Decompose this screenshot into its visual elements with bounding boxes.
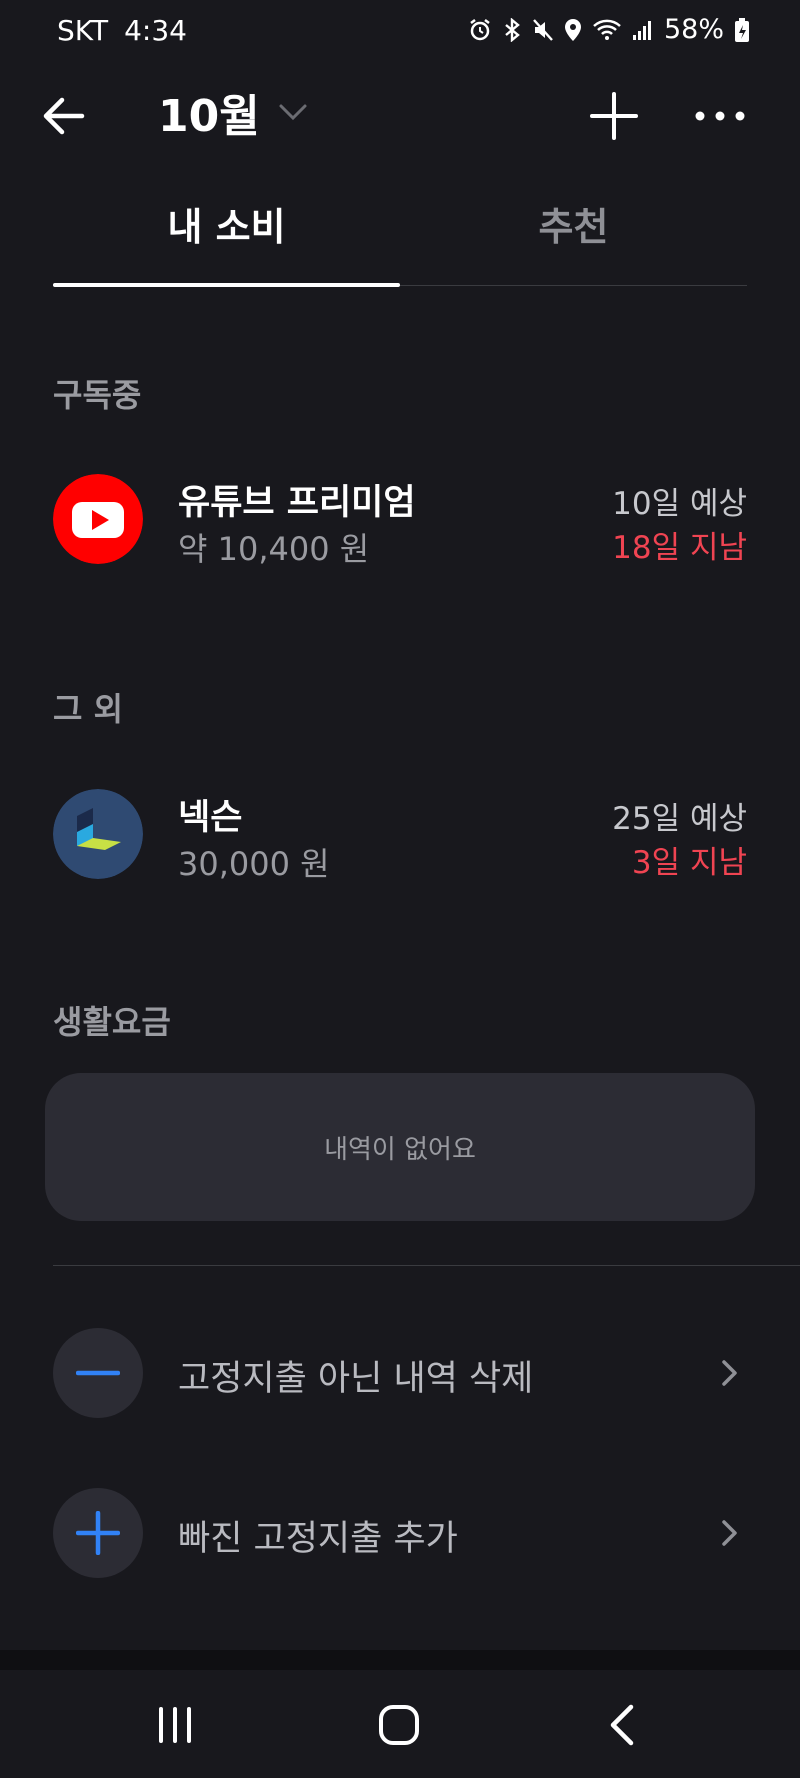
recent-apps-button[interactable] bbox=[145, 1700, 205, 1750]
carrier-label: SKT bbox=[57, 14, 109, 47]
recent-apps-icon bbox=[159, 1707, 191, 1743]
section-title-utilities: 생활요금 bbox=[53, 1003, 171, 1041]
battery-icon bbox=[734, 17, 750, 43]
item-amount: 30,000 원 bbox=[178, 845, 330, 883]
status-bar: SKT 4:34 58% bbox=[0, 0, 800, 66]
tab-recommend[interactable]: 추천 bbox=[400, 196, 747, 286]
item-expected-date: 25일 예상 bbox=[612, 801, 747, 837]
tab-bar: 내 소비 추천 bbox=[53, 196, 747, 290]
more-button[interactable] bbox=[694, 90, 746, 142]
chevron-right-icon bbox=[722, 1360, 737, 1386]
status-right: 58% bbox=[468, 14, 750, 45]
minus-icon bbox=[53, 1328, 143, 1418]
empty-state-card: 내역이 없어요 bbox=[45, 1073, 755, 1221]
month-selector[interactable]: 10월 bbox=[158, 80, 308, 144]
status-left: SKT 4:34 bbox=[57, 14, 187, 47]
item-name: 유튜브 프리미엄 bbox=[178, 483, 416, 523]
arrow-left-icon bbox=[43, 97, 85, 135]
more-dots-icon bbox=[695, 111, 745, 121]
alarm-icon bbox=[468, 18, 492, 42]
section-title-others: 그 외 bbox=[53, 690, 124, 728]
bottom-strip bbox=[0, 1650, 800, 1670]
section-divider bbox=[53, 1265, 800, 1266]
mute-icon bbox=[532, 18, 554, 42]
item-name: 넥슨 bbox=[178, 798, 243, 838]
add-missing-fixed-button[interactable]: 빠진 고정지출 추가 bbox=[53, 1488, 747, 1578]
battery-percent: 58% bbox=[663, 14, 724, 45]
item-amount: 약 10,400 원 bbox=[178, 530, 370, 568]
back-nav-button[interactable] bbox=[593, 1700, 653, 1750]
back-button[interactable] bbox=[38, 90, 90, 142]
plus-icon bbox=[53, 1488, 143, 1578]
header: 10월 bbox=[0, 66, 800, 166]
tab-my-spending[interactable]: 내 소비 bbox=[53, 196, 400, 286]
chevron-down-icon bbox=[279, 104, 307, 121]
item-overdue-status: 3일 지남 bbox=[631, 845, 747, 881]
item-overdue-status: 18일 지남 bbox=[612, 530, 747, 566]
list-item-nexon[interactable]: 넥슨 30,000 원 25일 예상 3일 지남 bbox=[53, 789, 747, 889]
tab-active-indicator bbox=[53, 283, 400, 287]
chevron-right-icon bbox=[722, 1520, 737, 1546]
empty-state-text: 내역이 없어요 bbox=[324, 1134, 476, 1165]
action-label: 빠진 고정지출 추가 bbox=[178, 1519, 458, 1559]
chevron-left-icon bbox=[610, 1704, 634, 1746]
nexon-icon bbox=[53, 789, 143, 879]
delete-non-fixed-button[interactable]: 고정지출 아닌 내역 삭제 bbox=[53, 1328, 747, 1418]
location-icon bbox=[564, 18, 582, 42]
screen: SKT 4:34 58% 10월 내 소비 추천 구독중 유튜브 프리미엄 약 … bbox=[0, 0, 800, 1778]
home-button[interactable] bbox=[369, 1700, 429, 1750]
bluetooth-icon bbox=[502, 17, 522, 42]
home-icon bbox=[379, 1705, 419, 1745]
month-title: 10월 bbox=[158, 91, 260, 142]
item-expected-date: 10일 예상 bbox=[612, 486, 747, 522]
action-label: 고정지출 아닌 내역 삭제 bbox=[178, 1359, 534, 1399]
plus-icon bbox=[590, 92, 638, 140]
clock: 4:34 bbox=[124, 14, 187, 47]
section-title-subscribing: 구독중 bbox=[53, 376, 142, 414]
list-item-youtube-premium[interactable]: 유튜브 프리미엄 약 10,400 원 10일 예상 18일 지남 bbox=[53, 474, 747, 574]
youtube-icon bbox=[53, 474, 143, 564]
wifi-icon bbox=[592, 18, 622, 42]
add-button[interactable] bbox=[588, 90, 640, 142]
signal-icon bbox=[632, 18, 654, 42]
system-nav-bar bbox=[0, 1670, 800, 1778]
